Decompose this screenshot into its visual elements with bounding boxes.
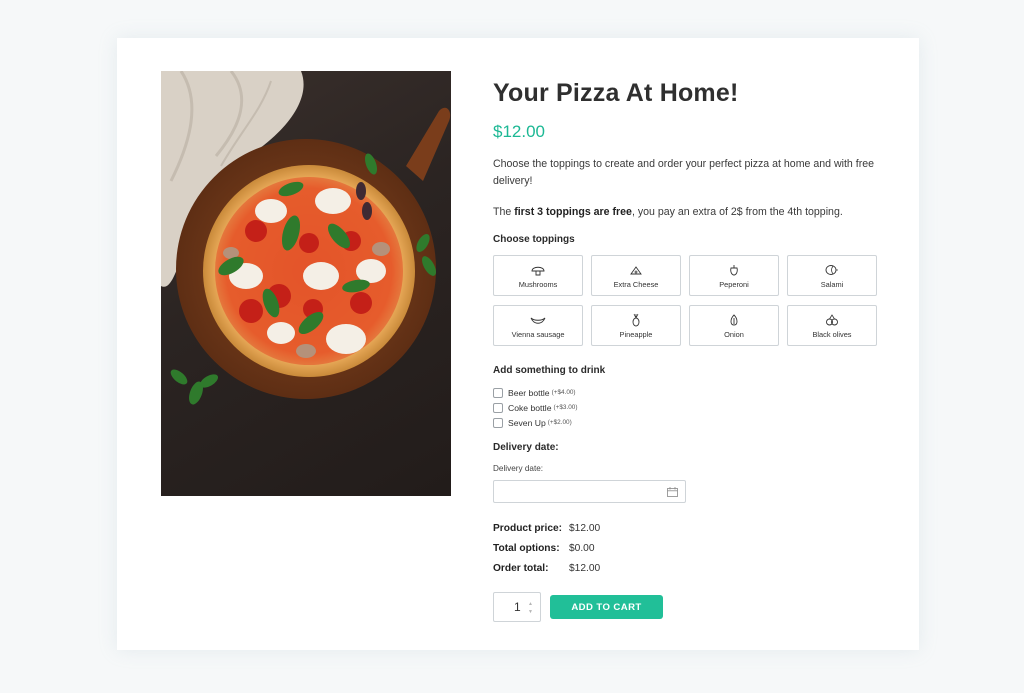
order-total-label: Order total: (493, 562, 549, 574)
drink-option-coke[interactable]: Coke bottle (+$3.00) (493, 400, 893, 415)
topping-black-olives[interactable]: Black olives (787, 305, 877, 346)
topping-label: Mushrooms (518, 279, 558, 289)
product-price: $12.00 (493, 122, 545, 141)
price-summary: Product price: $12.00 Total options: $0.… (493, 518, 893, 578)
topping-label: Salami (820, 279, 844, 289)
decrease-icon[interactable]: ▼ (528, 609, 533, 615)
total-options-row: Total options: $0.00 (493, 538, 893, 558)
delivery-heading: Delivery date: (493, 442, 559, 453)
product-description: Choose the toppings to create and order … (493, 158, 875, 187)
total-options-value: $0.00 (569, 542, 595, 554)
salami-icon (825, 264, 838, 275)
seven-up-checkbox[interactable] (493, 417, 503, 428)
toppings-grid: Mushrooms Extra Cheese Peperoni Salami V… (493, 255, 893, 346)
order-total-value: $12.00 (569, 562, 601, 574)
drink-extra: (+$3.00) (553, 404, 578, 411)
topping-label: Extra Cheese (613, 279, 659, 289)
topping-label: Black olives (812, 329, 852, 339)
topping-label: Onion (724, 329, 744, 339)
quantity-value[interactable]: 1 (514, 600, 521, 614)
cheese-icon (630, 265, 642, 274)
topping-label: Peperoni (719, 279, 749, 289)
drink-label: Beer bottle (508, 387, 550, 398)
toppings-heading: Choose toppings (493, 234, 575, 245)
buy-row: 1 ▲ ▼ ADD TO CART (493, 592, 893, 622)
drink-option-beer[interactable]: Beer bottle (+$4.00) (493, 385, 893, 400)
topping-onion[interactable]: Onion (689, 305, 779, 346)
topping-label: Pineapple (619, 329, 653, 339)
topping-extra-cheese[interactable]: Extra Cheese (591, 255, 681, 296)
topping-salami[interactable]: Salami (787, 255, 877, 296)
olives-icon (826, 313, 838, 325)
coke-checkbox[interactable] (493, 402, 503, 413)
pizza-photo (161, 71, 451, 496)
note-suffix: , you pay an extra of 2$ from the 4th to… (631, 206, 843, 218)
drink-option-seven-up[interactable]: Seven Up (+$2.00) (493, 415, 893, 430)
order-total-row: Order total: $12.00 (493, 558, 893, 578)
pineapple-icon (632, 313, 640, 326)
topping-vienna-sausage[interactable]: Vienna sausage (493, 305, 583, 346)
quantity-stepper[interactable]: 1 ▲ ▼ (493, 592, 541, 622)
topping-peperoni[interactable]: Peperoni (689, 255, 779, 296)
note-bold: first 3 toppings are free (514, 206, 632, 218)
product-price-row: Product price: $12.00 (493, 518, 893, 538)
product-price-label: Product price: (493, 522, 563, 534)
topping-mushrooms[interactable]: Mushrooms (493, 255, 583, 296)
sausage-icon (530, 317, 546, 324)
total-options-label: Total options: (493, 542, 560, 554)
drink-extra: (+$4.00) (551, 389, 576, 396)
calendar-icon[interactable] (667, 487, 678, 497)
onion-icon (730, 313, 738, 325)
toppings-note: The first 3 toppings are free, you pay a… (493, 206, 893, 218)
drink-label: Seven Up (508, 417, 546, 428)
topping-label: Vienna sausage (511, 329, 565, 339)
increase-icon[interactable]: ▲ (528, 601, 533, 607)
drinks-list: Beer bottle (+$4.00) Coke bottle (+$3.00… (493, 385, 893, 430)
drink-label: Coke bottle (508, 402, 552, 413)
drinks-heading: Add something to drink (493, 365, 606, 376)
mushroom-icon (531, 266, 545, 275)
product-card: Your Pizza At Home! $12.00 Choose the to… (117, 38, 919, 650)
note-prefix: The (493, 206, 515, 218)
beer-checkbox[interactable] (493, 387, 503, 398)
add-to-cart-button[interactable]: ADD TO CART (550, 595, 663, 619)
pepper-icon (730, 264, 738, 275)
product-price-value: $12.00 (569, 522, 601, 534)
drink-extra: (+$2.00) (547, 419, 572, 426)
product-info: Your Pizza At Home! $12.00 Choose the to… (493, 71, 893, 622)
delivery-date-input[interactable] (493, 480, 686, 503)
delivery-field-label: Delivery date: (493, 464, 544, 473)
topping-pineapple[interactable]: Pineapple (591, 305, 681, 346)
product-title: Your Pizza At Home! (493, 79, 739, 107)
